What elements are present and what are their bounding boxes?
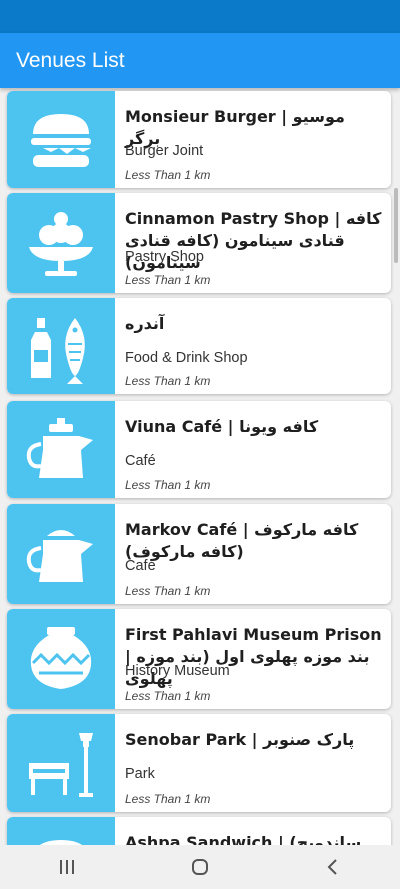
venue-card[interactable]: Senobar Park | پارک صنوبر Park Less Than… <box>7 714 391 812</box>
venue-title: Markov Café | کافه مارکوف (کافه مارکوف) <box>125 520 359 561</box>
back-icon <box>327 859 338 875</box>
venue-card[interactable]: Markov Café | کافه مارکوف (کافه مارکوف) … <box>7 504 391 604</box>
venue-thumbnail <box>7 714 115 812</box>
teapot-icon <box>26 417 93 478</box>
venue-title: آندره <box>125 314 165 333</box>
venue-distance: Less Than 1 km <box>125 273 211 287</box>
venue-distance: Less Than 1 km <box>125 584 211 598</box>
scrollbar[interactable] <box>394 188 398 263</box>
venue-card[interactable]: First Pahlavi Museum Prison | بند موزه پ… <box>7 609 391 709</box>
venue-title: First Pahlavi Museum Prison | بند موزه پ… <box>125 625 382 688</box>
venue-thumbnail <box>7 817 115 845</box>
vase-icon <box>30 627 92 689</box>
venues-list[interactable]: Monsieur Burger | موسیو برگر Burger Join… <box>0 88 400 845</box>
venue-category: History Museum <box>125 663 230 679</box>
venue-distance: Less Than 1 km <box>125 478 211 492</box>
venue-distance: Less Than 1 km <box>125 374 211 388</box>
venue-thumbnail <box>7 401 115 498</box>
page-title: Venues List <box>16 48 125 72</box>
venue-category: Food & Drink Shop <box>125 350 248 366</box>
venue-category: Burger Joint <box>125 143 204 159</box>
venue-title: Senobar Park | پارک صنوبر <box>125 730 355 749</box>
burger-icon <box>31 113 91 167</box>
app-bar: Venues List <box>0 33 400 88</box>
recent-apps-button[interactable] <box>37 847 97 887</box>
bottle-fish-icon <box>31 318 85 384</box>
venue-card[interactable]: Monsieur Burger | موسیو برگر Burger Join… <box>7 91 391 188</box>
venue-category: Pastry Shop <box>125 249 204 265</box>
teapot-icon <box>26 530 93 582</box>
home-button[interactable] <box>170 847 230 887</box>
venue-thumbnail <box>7 298 115 394</box>
venue-title: Ashpa Sandwich | (ساندویچ آشپا) <box>125 833 362 845</box>
home-icon <box>191 859 208 875</box>
status-bar <box>0 0 400 33</box>
venue-distance: Less Than 1 km <box>125 689 211 703</box>
burger-icon <box>40 840 82 845</box>
venue-category: Café <box>125 558 156 574</box>
venue-card[interactable]: Viuna Café | کافه ویونا Café Less Than 1… <box>7 401 391 498</box>
venue-distance: Less Than 1 km <box>125 792 211 806</box>
park-bench-icon <box>29 733 93 797</box>
venue-thumbnail <box>7 609 115 709</box>
venue-thumbnail <box>7 504 115 604</box>
venue-card[interactable]: Cinnamon Pastry Shop | کافه قنادی سینامو… <box>7 193 391 293</box>
venue-thumbnail <box>7 91 115 188</box>
recent-apps-icon <box>59 860 74 874</box>
venue-category: Park <box>125 766 155 782</box>
venue-thumbnail <box>7 193 115 293</box>
back-button[interactable] <box>303 847 363 887</box>
venue-card[interactable]: آندره Food & Drink Shop Less Than 1 km <box>7 298 391 394</box>
venue-card[interactable]: Ashpa Sandwich | (ساندویچ آشپا) <box>7 817 391 845</box>
venue-title: Viuna Café | کافه ویونا <box>125 417 319 436</box>
ice-cream-icon <box>29 212 93 276</box>
venue-category: Café <box>125 453 156 469</box>
venue-distance: Less Than 1 km <box>125 168 211 182</box>
system-nav-bar <box>0 845 400 889</box>
